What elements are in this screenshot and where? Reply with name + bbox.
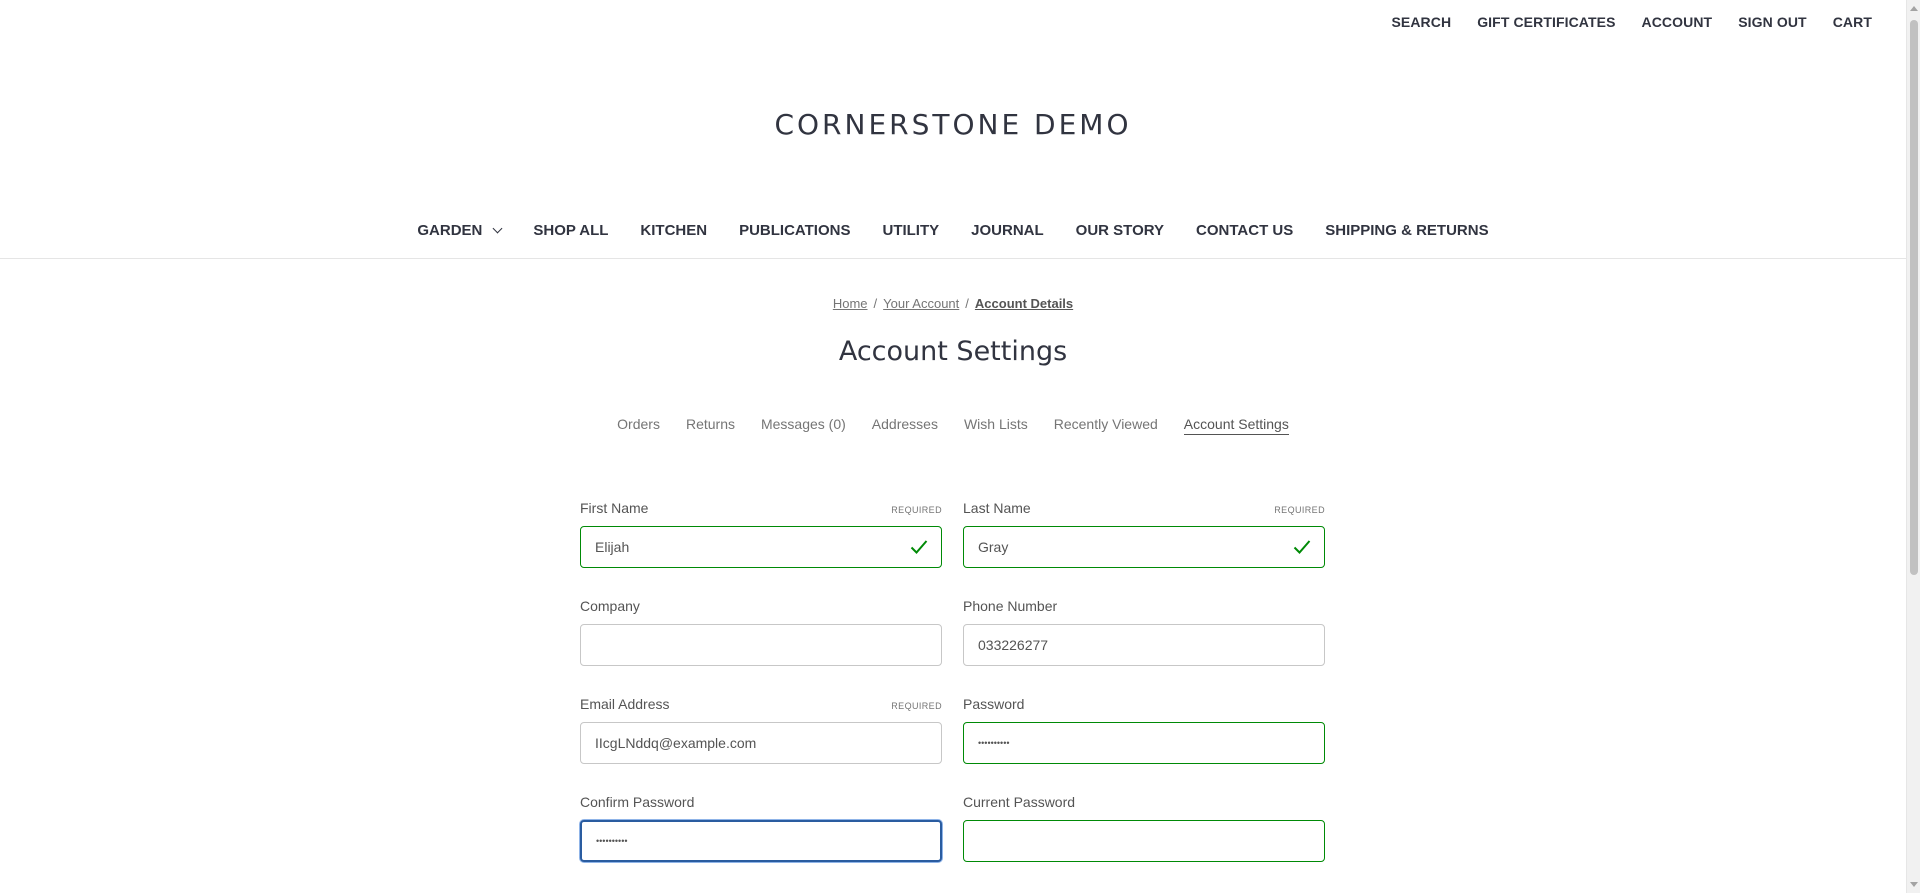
nav-cart-link[interactable]: CART [1833,14,1872,30]
first-name-input[interactable] [580,526,942,568]
company-wrapper [580,624,942,666]
nav-item-our-story[interactable]: OUR STORY [1076,222,1164,239]
tab-recently-viewed[interactable]: Recently Viewed [1054,416,1158,435]
current-password-field: Current Password [963,794,1325,892]
last-name-label: Last Name [963,500,1031,516]
breadcrumb-home[interactable]: Home [833,296,868,311]
company-label: Company [580,598,640,614]
phone-wrapper [963,624,1325,666]
breadcrumb-separator: / [873,296,878,311]
last-name-wrapper [963,526,1325,568]
page-scrollbar[interactable] [1906,0,1920,893]
nav-gift-certificates-link[interactable]: GIFT CERTIFICATES [1477,14,1615,30]
scroll-down-icon[interactable] [1910,882,1918,887]
nav-item-shop-all[interactable]: SHOP ALL [533,222,608,239]
check-icon [910,540,928,554]
confirm-password-label: Confirm Password [580,794,695,810]
nav-item-journal[interactable]: JOURNAL [971,222,1044,239]
account-tabs: Orders Returns Messages (0) Addresses Wi… [0,416,1906,435]
account-settings-form: First Name REQUIRED Last Name REQUIRED C… [580,500,1325,892]
breadcrumb-your-account[interactable]: Your Account [883,296,959,311]
nav-item-kitchen[interactable]: KITCHEN [640,222,707,239]
store-logo[interactable]: CORNERSTONE DEMO [0,108,1906,141]
email-wrapper [580,722,942,764]
nav-item-contact-us[interactable]: CONTACT US [1196,222,1293,239]
check-icon [1293,540,1311,554]
nav-item-utility[interactable]: UTILITY [882,222,939,239]
tab-messages[interactable]: Messages (0) [761,416,846,435]
confirm-password-wrapper [580,820,942,862]
password-label: Password [963,696,1025,712]
password-field: Password [963,696,1325,794]
tab-wish-lists[interactable]: Wish Lists [964,416,1028,435]
tab-account-settings[interactable]: Account Settings [1183,416,1289,435]
tab-addresses[interactable]: Addresses [872,416,938,435]
breadcrumb-separator: / [965,296,969,311]
utility-nav: SEARCH GIFT CERTIFICATES ACCOUNT SIGN OU… [1365,14,1872,30]
confirm-password-field: Confirm Password [580,794,942,892]
nav-divider [0,258,1906,259]
password-wrapper [963,722,1325,764]
first-name-field: First Name REQUIRED [580,500,942,598]
required-indicator: REQUIRED [891,701,942,711]
tab-orders[interactable]: Orders [617,416,660,435]
last-name-field: Last Name REQUIRED [963,500,1325,598]
nav-item-publications[interactable]: PUBLICATIONS [739,222,850,239]
scrollbar-thumb[interactable] [1910,20,1918,575]
nav-item-label: GARDEN [417,222,483,239]
password-input[interactable] [963,722,1325,764]
current-password-label: Current Password [963,794,1076,810]
phone-input[interactable] [963,624,1325,666]
required-indicator: REQUIRED [1274,505,1325,515]
current-password-wrapper [963,820,1325,862]
chevron-down-icon [492,223,503,234]
page-title: Account Settings [838,336,1068,367]
email-input[interactable] [580,722,942,764]
nav-search-link[interactable]: SEARCH [1391,14,1451,30]
last-name-input[interactable] [963,526,1325,568]
nav-account-link[interactable]: ACCOUNT [1642,14,1713,30]
tab-returns[interactable]: Returns [686,416,735,435]
company-input[interactable] [580,624,942,666]
nav-item-shipping-returns[interactable]: SHIPPING & RETURNS [1325,222,1488,239]
confirm-password-input[interactable] [580,820,942,862]
email-field: Email Address REQUIRED [580,696,942,794]
nav-sign-out-link[interactable]: SIGN OUT [1738,14,1806,30]
breadcrumb-account-details[interactable]: Account Details [975,296,1073,311]
first-name-wrapper [580,526,942,568]
first-name-label: First Name [580,500,649,516]
main-nav: GARDEN SHOP ALL KITCHEN PUBLICATIONS UTI… [0,222,1906,239]
breadcrumb: Home / Your Account / Account Details [0,296,1906,311]
scroll-up-icon[interactable] [1910,6,1918,11]
phone-label: Phone Number [963,598,1058,614]
required-indicator: REQUIRED [891,505,942,515]
nav-item-garden[interactable]: GARDEN [417,222,503,239]
current-password-input[interactable] [963,820,1325,862]
email-label: Email Address [580,696,670,712]
company-field: Company [580,598,942,696]
phone-field: Phone Number [963,598,1325,696]
